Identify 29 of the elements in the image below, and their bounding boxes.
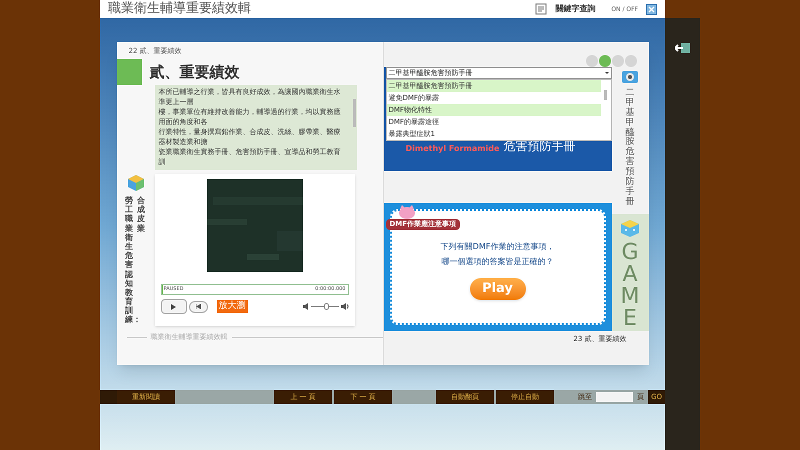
exit-icon[interactable] [674, 42, 690, 54]
vertical-caption: 合成皮業 [137, 196, 146, 235]
play-button[interactable] [160, 299, 186, 314]
heading-marker [116, 59, 142, 85]
heading: 貳、重要績效 [150, 62, 240, 83]
question-text: 下列有關DMF作業的注意事項， [440, 241, 554, 253]
scrollbar[interactable] [352, 99, 356, 127]
nav-bar-cap [100, 390, 117, 404]
rewind-icon [196, 304, 200, 309]
vertical-caption: 二甲基甲醯胺危害預防手冊 [626, 89, 634, 208]
scrollbar[interactable] [604, 90, 607, 100]
close-icon[interactable] [646, 4, 657, 14]
page-input[interactable] [596, 392, 634, 402]
question-text: 哪一個選項的答案皆是正確的？ [441, 256, 554, 268]
play-icon [171, 304, 176, 310]
search-link[interactable]: 關鍵字查詢 [555, 3, 596, 15]
volume-slider[interactable] [310, 303, 338, 310]
cover-subtitle: Dimethyl Formamide [406, 143, 500, 155]
volume-thumb[interactable] [324, 303, 330, 310]
cube-icon [126, 174, 144, 192]
caret-icon [602, 70, 610, 76]
volume-high-icon [340, 303, 348, 310]
dice-icon [619, 218, 641, 238]
game-label: GAME [620, 242, 640, 330]
volume-low-icon [302, 303, 308, 310]
window-title: 職業衛生輔導重要績效輯 [108, 0, 252, 18]
search-icon[interactable] [535, 3, 548, 15]
rewind-button[interactable] [188, 300, 208, 312]
mascot-icon [398, 205, 416, 219]
